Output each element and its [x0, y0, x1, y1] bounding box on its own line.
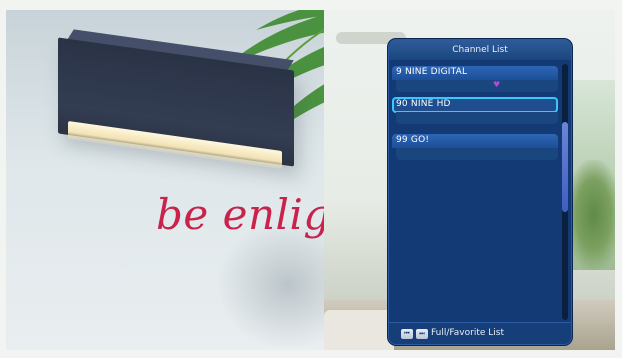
channel-label: 99 GO! [396, 135, 430, 145]
channel-list-title: Channel List [389, 40, 571, 60]
tv-screen: be enlighten Channel List 9 NINE DIGITAL… [0, 0, 622, 358]
channel-row-shadow [396, 80, 558, 92]
channel-row-shadow [396, 148, 558, 160]
channel-row-shadow [396, 112, 558, 124]
channel-label: 9 NINE DIGITAL [396, 67, 468, 77]
skip-back-icon[interactable]: ⏮ [401, 329, 413, 339]
channel-row[interactable]: 9 NINE DIGITAL ♥ [392, 66, 558, 92]
footer-hint-label: Full/Favorite List [431, 328, 504, 338]
channel-list: 9 NINE DIGITAL ♥ 90 NINE HD 99 GO! [392, 66, 558, 322]
leaf-shadow [216, 220, 336, 350]
skip-forward-icon[interactable]: ⏭ [416, 329, 428, 339]
channel-list-footer: ⏮ ⏭ Full/Favorite List [389, 322, 571, 344]
scrollbar-thumb[interactable] [562, 122, 568, 212]
plant [566, 160, 615, 270]
channel-list-scrollbar[interactable] [562, 64, 568, 320]
channel-label: 90 NINE HD [396, 99, 451, 109]
heart-icon: ♥ [493, 80, 501, 89]
channel-list-panel: Channel List 9 NINE DIGITAL ♥ 90 NINE HD… [388, 39, 572, 345]
channel-row-selected[interactable]: 90 NINE HD [392, 97, 558, 124]
sofa [324, 310, 394, 350]
channel-row[interactable]: 99 GO! [392, 134, 558, 160]
